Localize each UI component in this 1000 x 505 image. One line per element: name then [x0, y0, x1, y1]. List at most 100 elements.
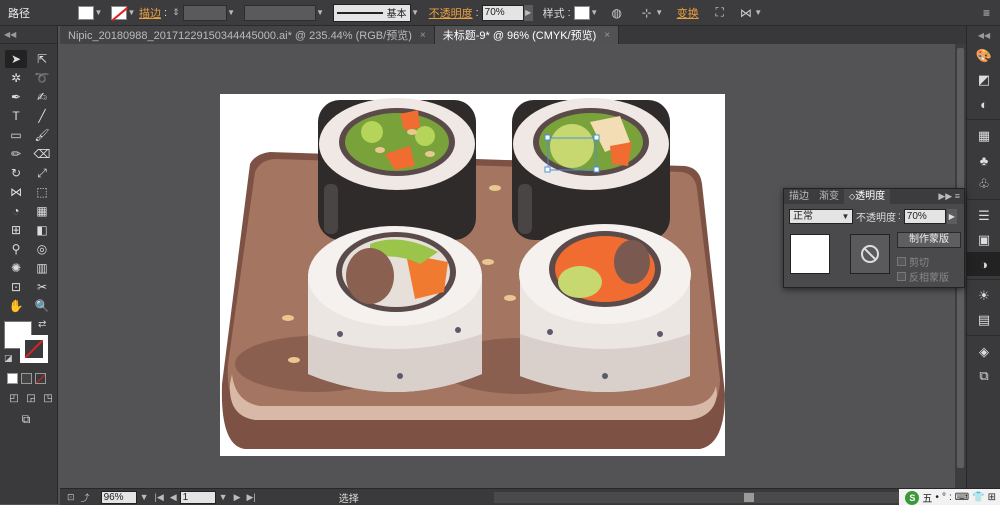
- fill-stroke-widget[interactable]: ⇄ ◪: [4, 319, 54, 367]
- chevron-down-icon[interactable]: ▼: [655, 8, 664, 17]
- transparency-panel-icon[interactable]: ◑: [967, 252, 1000, 276]
- appearance-panel-icon[interactable]: ☀: [967, 284, 1000, 308]
- fill-swatch[interactable]: [78, 5, 94, 20]
- close-icon[interactable]: ×: [420, 30, 426, 41]
- stroke-panel-icon[interactable]: ☰: [967, 204, 1000, 228]
- variable-width-field[interactable]: [243, 4, 316, 21]
- chevron-down-icon[interactable]: ▼: [841, 212, 850, 221]
- keyboard-icon[interactable]: ⌨: [955, 492, 969, 503]
- gradient-tool-icon[interactable]: ◧: [31, 221, 53, 239]
- stepper-icon[interactable]: ⇕: [169, 7, 183, 18]
- tab-stroke[interactable]: 描边: [784, 189, 814, 204]
- column-graph-tool-icon[interactable]: ▥: [31, 259, 53, 277]
- close-icon[interactable]: ×: [604, 30, 610, 41]
- page-field[interactable]: 1: [179, 490, 216, 504]
- blend-tool-icon[interactable]: ◎: [31, 240, 53, 258]
- chevron-down-icon[interactable]: ▼: [316, 8, 325, 17]
- share-icon[interactable]: ⤴: [78, 491, 93, 504]
- artboard-tool-icon[interactable]: ⊡: [5, 278, 27, 296]
- horizontal-scrollbar[interactable]: [494, 492, 934, 503]
- width-tool-icon[interactable]: ⋈: [5, 183, 27, 201]
- shape-builder-tool-icon[interactable]: ◔: [5, 202, 27, 220]
- free-transform-tool-icon[interactable]: ⬚: [31, 183, 53, 201]
- eyedropper-tool-icon[interactable]: ⚲: [5, 240, 27, 258]
- stroke-weight-field[interactable]: [182, 4, 227, 21]
- object-thumbnail[interactable]: [790, 234, 830, 274]
- last-page-icon[interactable]: ▶|: [244, 492, 259, 503]
- mask-thumbnail[interactable]: [850, 234, 890, 274]
- lasso-tool-icon[interactable]: ➰: [31, 69, 53, 87]
- tab-document-1[interactable]: Nipic_20180988_20171229150344445000.ai* …: [60, 26, 435, 44]
- ime-punct-icon[interactable]: •: [935, 492, 939, 503]
- symbol-sprayer-tool-icon[interactable]: ✺: [5, 259, 27, 277]
- perspective-grid-tool-icon[interactable]: ▦: [31, 202, 53, 220]
- gradient-mode-icon[interactable]: [21, 373, 32, 384]
- first-page-icon[interactable]: |◀: [151, 492, 166, 503]
- chevron-down-icon[interactable]: ▼: [94, 8, 103, 17]
- chevron-down-icon[interactable]: ▼: [137, 492, 152, 502]
- eraser-tool-icon[interactable]: ⌫: [31, 145, 53, 163]
- libraries-icon[interactable]: ▦: [967, 124, 1000, 148]
- opacity-label[interactable]: 不透明度: [429, 5, 473, 21]
- gradient-panel-icon[interactable]: ▣: [967, 228, 1000, 252]
- chevron-down-icon[interactable]: ▼: [590, 8, 599, 17]
- stroke-swatch[interactable]: [111, 5, 127, 20]
- brushes-panel-icon[interactable]: ♣: [967, 148, 1000, 172]
- clip-checkbox[interactable]: 剪切: [897, 254, 929, 269]
- direct-selection-tool-icon[interactable]: ⇱: [31, 50, 53, 68]
- color-panel-icon[interactable]: 🎨: [967, 44, 1000, 68]
- select-similar-icon[interactable]: ⋈: [738, 5, 754, 21]
- stroke-label[interactable]: 描边: [139, 5, 161, 21]
- panel-menu-icon[interactable]: ≡: [983, 6, 990, 20]
- symbols-panel-icon[interactable]: ♧: [967, 172, 1000, 196]
- draw-normal-icon[interactable]: ◰: [7, 392, 21, 404]
- chevron-down-icon[interactable]: ▼: [754, 8, 763, 17]
- chevron-down-icon[interactable]: ▼: [216, 492, 231, 502]
- next-page-icon[interactable]: ▶: [231, 492, 244, 503]
- layers-panel-icon[interactable]: ◈: [967, 340, 1000, 364]
- opacity-field[interactable]: 70%: [481, 4, 524, 21]
- ime-mode[interactable]: 五: [922, 490, 932, 505]
- swap-icon[interactable]: ⇄: [38, 319, 46, 330]
- default-colors-icon[interactable]: ◪: [4, 353, 13, 364]
- invert-mask-checkbox[interactable]: 反相蒙版: [897, 269, 949, 284]
- zoom-field[interactable]: 96%: [100, 490, 137, 504]
- stroke-color-box[interactable]: [20, 335, 48, 363]
- panel-collapse-icon[interactable]: ◀◀: [0, 26, 57, 44]
- align-icon[interactable]: ⊹: [639, 5, 655, 21]
- grid-icon[interactable]: ⊞: [988, 492, 996, 503]
- scale-tool-icon[interactable]: ⤢: [31, 164, 53, 182]
- graphic-styles-icon[interactable]: ▤: [967, 308, 1000, 332]
- paintbrush-tool-icon[interactable]: 🖌: [31, 126, 53, 144]
- ime-logo-icon[interactable]: S: [905, 490, 920, 505]
- tab-gradient[interactable]: 渐变: [814, 189, 844, 204]
- line-tool-icon[interactable]: ╱: [31, 107, 53, 125]
- selection-tool-icon[interactable]: ➤: [5, 50, 27, 68]
- sushi-illustration[interactable]: [220, 94, 725, 456]
- color-mode-icon[interactable]: [7, 373, 18, 384]
- isolate-icon[interactable]: ⛶: [712, 5, 728, 21]
- magic-wand-tool-icon[interactable]: ✲: [5, 69, 27, 87]
- transform-label[interactable]: 变换: [677, 5, 699, 21]
- mesh-tool-icon[interactable]: ⊞: [5, 221, 27, 239]
- artboards-panel-icon[interactable]: ⧉: [967, 364, 1000, 388]
- draw-behind-icon[interactable]: ◲: [24, 392, 38, 404]
- ime-symbol-icon[interactable]: :: [949, 492, 952, 503]
- stroke-profile-select[interactable]: 基本: [332, 3, 411, 22]
- tab-document-2[interactable]: 未标题-9* @ 96% (CMYK/预览) ×: [434, 26, 620, 44]
- pencil-tool-icon[interactable]: ✏: [5, 145, 27, 163]
- curvature-tool-icon[interactable]: ✍: [31, 88, 53, 106]
- type-tool-icon[interactable]: T: [5, 107, 27, 125]
- rectangle-tool-icon[interactable]: ▭: [5, 126, 27, 144]
- tab-transparency[interactable]: ◇透明度: [844, 189, 891, 204]
- rotate-tool-icon[interactable]: ↻: [5, 164, 27, 182]
- recolor-icon[interactable]: ◍: [609, 5, 625, 21]
- chevron-down-icon[interactable]: ▼: [227, 8, 236, 17]
- swatches-panel-icon[interactable]: ◩: [967, 68, 1000, 92]
- ime-width-icon[interactable]: °: [942, 492, 946, 503]
- slice-tool-icon[interactable]: ✂: [31, 278, 53, 296]
- artboard-nav-icon[interactable]: ⊡: [64, 492, 78, 503]
- dock-expand-icon[interactable]: ◀◀: [967, 26, 1000, 44]
- prev-page-icon[interactable]: ◀: [167, 492, 180, 503]
- panel-menu-icon[interactable]: ▶▶ ≡: [938, 191, 964, 202]
